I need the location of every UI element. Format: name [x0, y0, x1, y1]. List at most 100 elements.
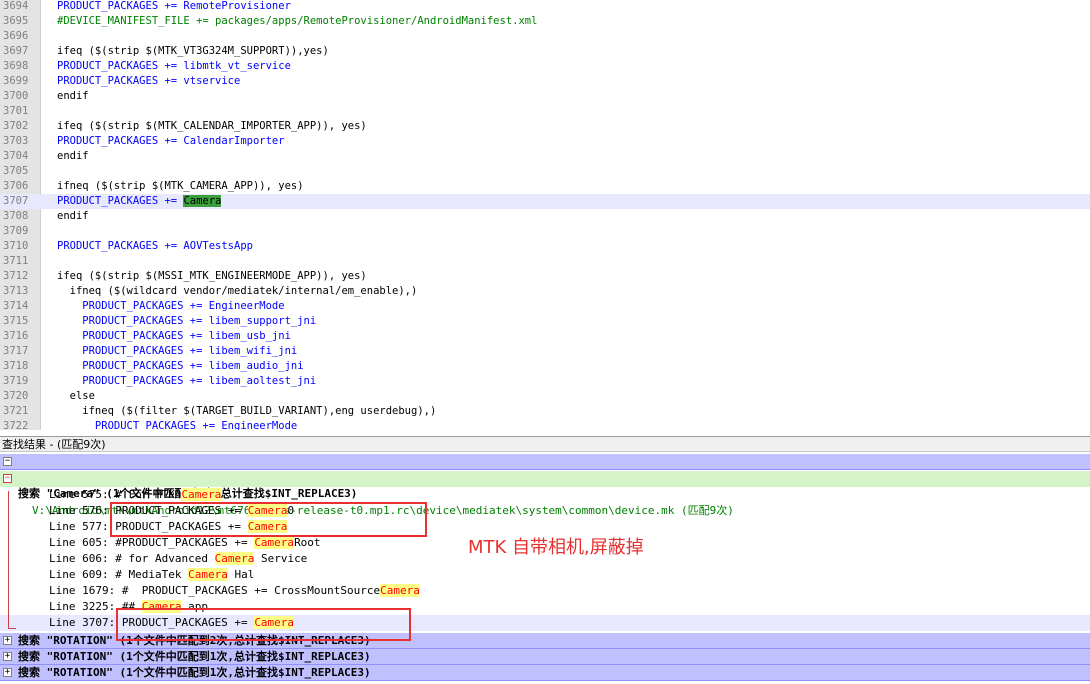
search-header-rotation[interactable]: + 搜索 "ROTATION" (1个文件中匹配到1次,总计查找$INT_REPL… [0, 665, 1090, 681]
code-line[interactable]: 3697 ifeq ($(strip $(MTK_VT3G324M_SUPPORT… [0, 44, 1090, 59]
code-line[interactable]: 3720 else [0, 389, 1090, 404]
code-line[interactable]: 3716 PRODUCT_PACKAGES += libem_usb_jni [0, 329, 1090, 344]
line-text: PRODUCT_PACKAGES += CalendarImporter [57, 134, 285, 149]
result-row[interactable]: Line 609: # MediaTek Camera Hal [0, 567, 1090, 583]
line-number: 3711 [3, 255, 29, 267]
line-number: 3694 [3, 0, 29, 12]
line-number: 3709 [3, 225, 29, 237]
result-match: Camera [188, 568, 228, 581]
search-header-rotation[interactable]: + 搜索 "ROTATION" (1个文件中匹配到1次,总计查找$INT_REPL… [0, 649, 1090, 665]
line-text: PRODUCT_PACKAGES += vtservice [57, 74, 240, 89]
code-line[interactable]: 3696 [0, 29, 1090, 44]
minus-box-icon[interactable]: − [3, 457, 12, 466]
line-text: PRODUCT_PACKAGES += libem_support_jni [57, 314, 316, 329]
line-number: 3721 [3, 405, 29, 417]
code-text: ifeq ($(strip $(MTK_CALENDAR_IMPORTER_AP… [57, 120, 367, 132]
line-number: 3702 [3, 120, 29, 132]
code-line[interactable]: 3699 PRODUCT_PACKAGES += vtservice [0, 74, 1090, 89]
code-line[interactable]: 3710 PRODUCT_PACKAGES += AOVTestsApp [0, 239, 1090, 254]
code-line[interactable]: 3703 PRODUCT_PACKAGES += CalendarImporter [0, 134, 1090, 149]
result-row[interactable]: Line 1679: # PRODUCT_PACKAGES += CrossMo… [0, 583, 1090, 599]
minus-box-icon[interactable]: − [3, 474, 12, 483]
result-suffix: Hal [227, 568, 255, 581]
code-line[interactable]: 3709 [0, 224, 1090, 239]
code-line[interactable]: 3700 endif [0, 89, 1090, 104]
code-line[interactable]: 3722 PRODUCT_PACKAGES += EngineerMode [0, 419, 1090, 430]
code-text: PRODUCT_PACKAGES += AOVTestsApp [57, 240, 253, 252]
result-text: Line 1679: # PRODUCT_PACKAGES += CrossMo… [49, 583, 420, 599]
code-line[interactable]: 3708 endif [0, 209, 1090, 224]
code-text: PRODUCT_PACKAGES += libem_audio_jni [57, 360, 304, 372]
line-text: PRODUCT_PACKAGES += EngineerMode [57, 299, 284, 314]
search-header-label: 搜索 "ROTATION" (1个文件中匹配到1次,总计查找$INT_REPLA… [18, 666, 371, 679]
line-number: 3707 [3, 195, 29, 207]
code-line[interactable]: 3712 ifeq ($(strip $(MSSI_MTK_ENGINEERMOD… [0, 269, 1090, 284]
line-number: 3713 [3, 285, 29, 297]
code-text: PRODUCT_PACKAGES += libem_wifi_jni [57, 345, 298, 357]
code-line[interactable]: 3711 [0, 254, 1090, 269]
find-results-title: 查找结果 - (匹配9次) [0, 436, 1090, 452]
line-number: 3700 [3, 90, 29, 102]
line-text: PRODUCT_PACKAGES += libem_wifi_jni [57, 344, 297, 359]
line-text: else [57, 389, 95, 404]
plus-box-icon[interactable]: + [3, 636, 12, 645]
line-number: 3705 [3, 165, 29, 177]
line-text: endif [57, 149, 89, 164]
code-line[interactable]: 3706 ifneq ($(strip $(MTK_CAMERA_APP)), y… [0, 179, 1090, 194]
code-line[interactable]: 3717 PRODUCT_PACKAGES += libem_wifi_jni [0, 344, 1090, 359]
code-text: PRODUCT_PACKAGES += libem_usb_jni [57, 330, 291, 342]
line-number: 3701 [3, 105, 29, 117]
line-text: endif [57, 209, 89, 224]
result-match: Camera [181, 488, 222, 501]
code-line[interactable]: 3701 [0, 104, 1090, 119]
line-text: endif [57, 89, 89, 104]
code-text: ifneq ($(filter $(TARGET_BUILD_VARIANT),… [57, 405, 437, 417]
code-text: PRODUCT_PACKAGES += libmtk_vt_service [57, 60, 291, 72]
code-text: PRODUCT_PACKAGES += [57, 195, 184, 207]
code-line[interactable]: 3715 PRODUCT_PACKAGES += libem_support_j… [0, 314, 1090, 329]
search-header-label: 搜索 "ROTATION" (1个文件中匹配到1次,总计查找$INT_REPLA… [18, 650, 371, 663]
result-match: Camera [254, 536, 295, 549]
code-line[interactable]: 3705 [0, 164, 1090, 179]
code-text: PRODUCT_PACKAGES += libem_aoltest_jni [57, 375, 317, 387]
code-line[interactable]: 3719 PRODUCT_PACKAGES += libem_aoltest_j… [0, 374, 1090, 389]
line-number: 3708 [3, 210, 29, 222]
file-result-row[interactable]: − V:\Android\mtk\mtkAndroid12\mt6769-alp… [0, 471, 1090, 517]
result-prefix: Line 606: # for Advanced [49, 552, 215, 565]
line-text: PRODUCT_PACKAGES += libmtk_vt_service [57, 59, 291, 74]
code-line[interactable]: 3702 ifeq ($(strip $(MTK_CALENDAR_IMPORTE… [0, 119, 1090, 134]
code-line[interactable]: 3718 PRODUCT_PACKAGES += libem_audio_jni [0, 359, 1090, 374]
code-text: endif [57, 210, 89, 222]
plus-box-icon[interactable]: + [3, 652, 12, 661]
code-text: PRODUCT_PACKAGES += libem_support_jni [57, 315, 317, 327]
line-text: ifneq ($(wildcard vendor/mediatek/intern… [57, 284, 418, 299]
find-results-pane[interactable]: − 搜索 "Camera" (1个文件中匹配到9次,总计查找$INT_REPLA… [0, 454, 1090, 684]
line-number: 3720 [3, 390, 29, 402]
code-text: ifeq ($(strip $(MTK_VT3G324M_SUPPORT)),y… [57, 45, 329, 57]
line-number: 3714 [3, 300, 29, 312]
code-text: else [57, 390, 95, 402]
code-text: ifneq ($(wildcard vendor/mediatek/intern… [57, 285, 418, 297]
search-header-camera[interactable]: − 搜索 "Camera" (1个文件中匹配到9次,总计查找$INT_REPLA… [0, 454, 1090, 500]
code-line[interactable]: 3698 PRODUCT_PACKAGES += libmtk_vt_servic… [0, 59, 1090, 74]
annotation-box-lines-576-577 [110, 502, 427, 537]
code-line[interactable]: 3713 ifneq ($(wildcard vendor/mediatek/i… [0, 284, 1090, 299]
line-number: 3697 [3, 45, 29, 57]
line-text: PRODUCT_PACKAGES += libem_audio_jni [57, 359, 304, 374]
line-text: ifeq ($(strip $(MTK_CALENDAR_IMPORTER_AP… [57, 119, 367, 134]
result-prefix: Line 609: # MediaTek [49, 568, 189, 581]
code-line[interactable]: 3695 #DEVICE_MANIFEST_FILE += packages/ap… [0, 14, 1090, 29]
code-line[interactable]: 3721 ifneq ($(filter $(TARGET_BUILD_VARI… [0, 404, 1090, 419]
plus-box-icon[interactable]: + [3, 668, 12, 677]
result-row[interactable]: Line 575: # For MTK Camera [0, 487, 1090, 503]
line-number: 3712 [3, 270, 29, 282]
code-line[interactable]: 3714 PRODUCT_PACKAGES += EngineerMode [0, 299, 1090, 314]
code-editor[interactable]: 3694 PRODUCT_PACKAGES += RemoteProvisione… [0, 0, 1090, 430]
code-text: PRODUCT_PACKAGES += EngineerMode [57, 420, 298, 430]
line-text: ifneq ($(filter $(TARGET_BUILD_VARIANT),… [57, 404, 436, 419]
code-text: ifneq ($(strip $(MTK_CAMERA_APP)), yes) [57, 180, 304, 192]
code-line[interactable]: 3704 endif [0, 149, 1090, 164]
result-text: Line 605: #PRODUCT_PACKAGES += CameraRoo… [49, 535, 321, 551]
code-line[interactable]: 3694 PRODUCT_PACKAGES += RemoteProvisione… [0, 0, 1090, 14]
code-line[interactable]: 3707 PRODUCT_PACKAGES += Camera [0, 194, 1090, 209]
